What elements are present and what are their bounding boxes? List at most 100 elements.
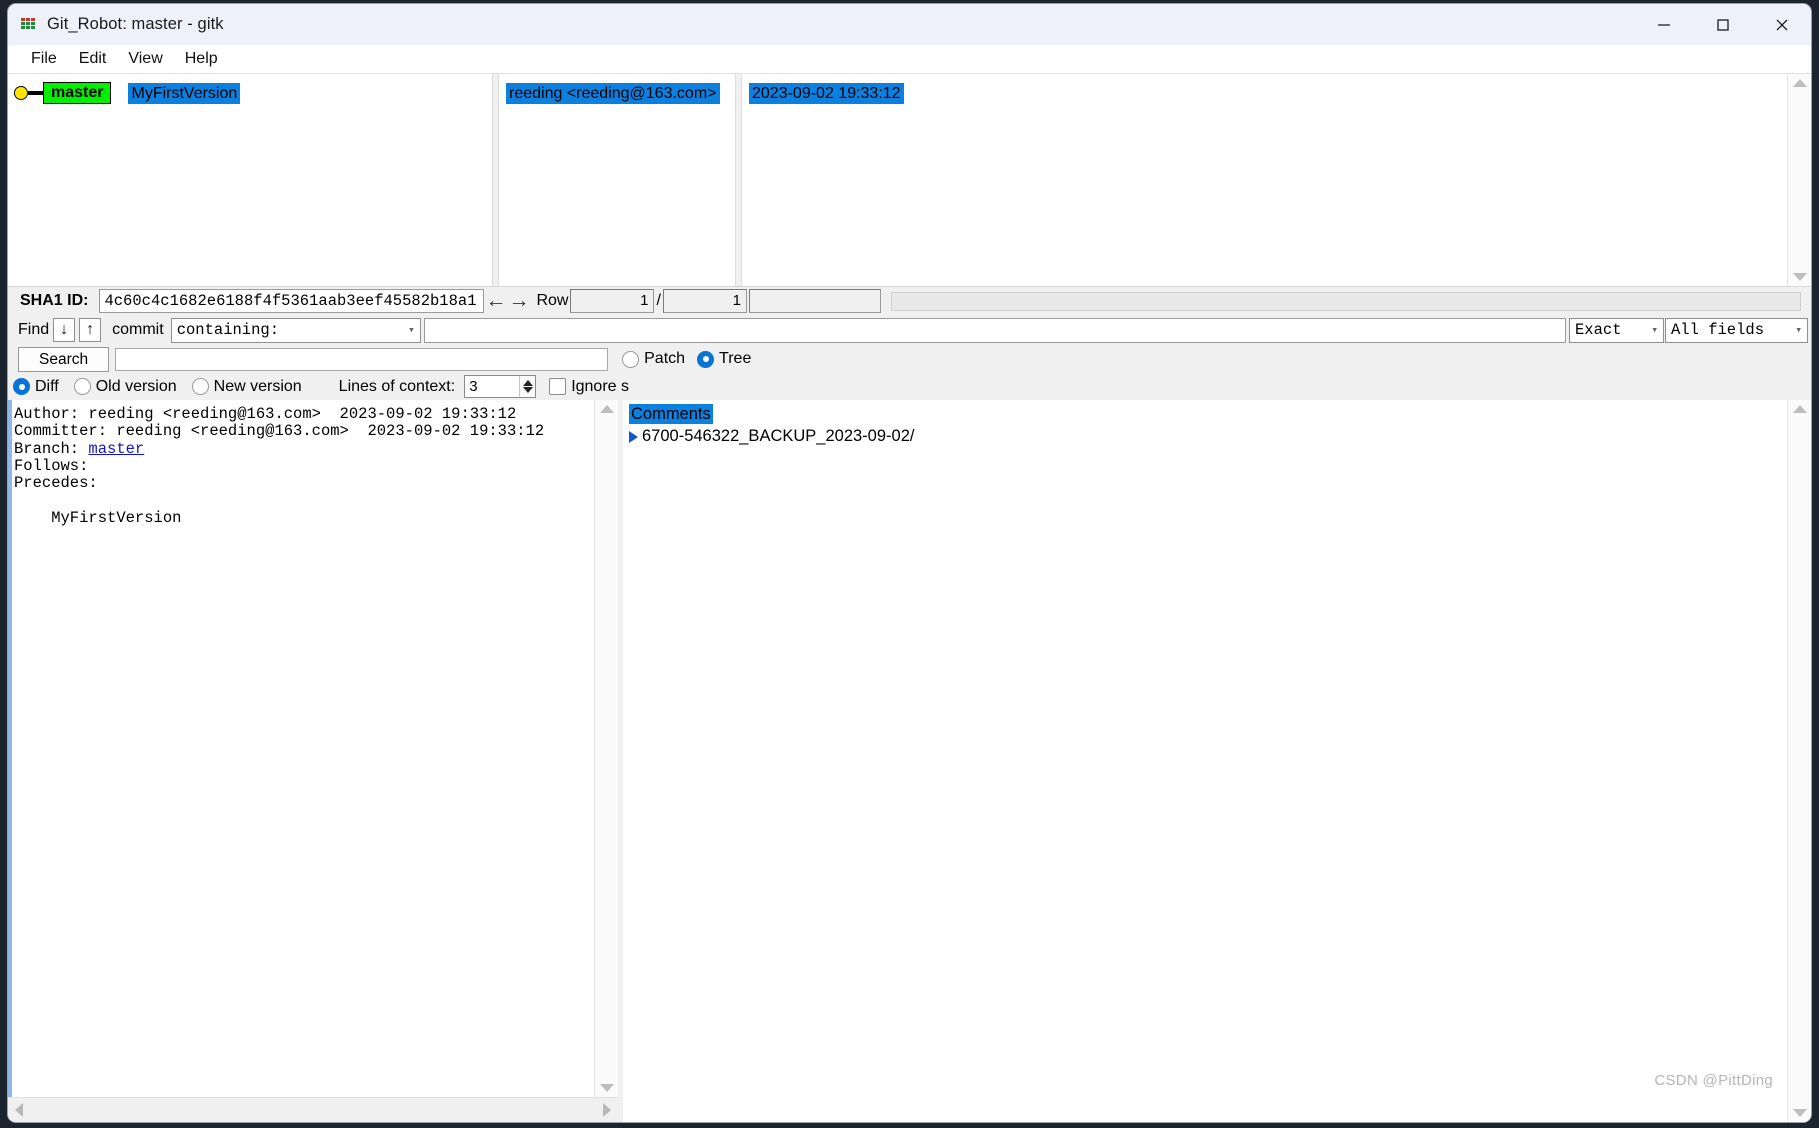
title-bar-left: Git_Robot: master - gitk <box>8 15 1634 34</box>
radio-patch[interactable]: Patch <box>622 350 685 368</box>
detail-committer-line: Committer: reeding <reeding@163.com> 202… <box>14 422 545 441</box>
minimize-icon[interactable] <box>1634 4 1693 45</box>
chevron-down-icon: ▾ <box>408 325 415 337</box>
commit-date-cell[interactable]: 2023-09-02 19:33:12 <box>749 83 904 104</box>
commit-node-icon <box>14 86 28 100</box>
find-scope-value: All fields <box>1671 320 1765 339</box>
sha1-toolbar: SHA1 ID: 4c60c4c1682e6188f4f5361aab3eef4… <box>8 287 1811 315</box>
scroll-right-icon[interactable] <box>603 1103 611 1117</box>
radio-tree-control[interactable] <box>697 350 715 368</box>
detail-precedes: Precedes: <box>14 474 98 493</box>
sha1-back-icon[interactable]: ← <box>484 289 507 313</box>
progress-bar <box>890 291 1801 311</box>
commit-row-0[interactable]: master MyFirstVersion <box>14 82 241 104</box>
commit-graph-column[interactable]: master MyFirstVersion <box>8 74 655 286</box>
scroll-down-icon[interactable] <box>599 1084 614 1092</box>
radio-tree-label: Tree <box>719 350 752 367</box>
watermark: CSDN @PittDing <box>1654 1072 1773 1089</box>
graph-edge <box>28 91 43 95</box>
gitk-app-icon <box>21 17 37 32</box>
lines-of-context-value: 3 <box>469 378 478 395</box>
lines-of-context-label: Lines of context: <box>338 377 456 395</box>
find-commit-label: commit <box>112 321 164 338</box>
menu-file[interactable]: File <box>20 47 68 71</box>
radio-diff-control[interactable] <box>13 378 30 395</box>
find-query-input[interactable] <box>423 317 1566 343</box>
maximize-icon[interactable] <box>1693 4 1752 45</box>
find-prev-icon[interactable]: ↑ <box>79 318 102 342</box>
commit-date-column[interactable]: 2023-09-02 19:33:12 <box>742 74 1787 286</box>
commit-details-vertical-scrollbar[interactable] <box>594 400 618 1097</box>
detail-author-line: Author: reeding <reeding@163.com> 2023-0… <box>14 405 517 423</box>
scroll-left-icon[interactable] <box>15 1103 23 1117</box>
commit-headline[interactable]: MyFirstVersion <box>128 82 241 104</box>
lines-of-context-stepper[interactable]: 3 <box>464 375 537 398</box>
menu-edit[interactable]: Edit <box>68 47 118 71</box>
find-matchtype-value: Exact <box>1575 320 1622 339</box>
tree-item[interactable]: 6700-546322_BACKUP_2023-09-02/ <box>629 427 1787 446</box>
radio-tree[interactable]: Tree <box>697 350 751 368</box>
commit-author-cell[interactable]: reeding <reeding@163.com> <box>506 83 720 104</box>
radio-old-version[interactable]: Old version <box>73 377 177 396</box>
chevron-right-icon[interactable] <box>629 430 638 443</box>
commit-details-text: Author: reeding <reeding@163.com> 2023-0… <box>12 400 594 1097</box>
window-controls <box>1634 4 1811 45</box>
commit-list-vertical-scrollbar[interactable] <box>1787 74 1811 286</box>
radio-old-version-label: Old version <box>95 377 177 395</box>
sha1-input[interactable]: 4c60c4c1682e6188f4f5361aab3eef45582b18a1 <box>99 289 485 313</box>
menu-help[interactable]: Help <box>174 47 229 71</box>
radio-patch-control[interactable] <box>622 350 640 368</box>
commit-details-pane: Author: reeding <reeding@163.com> 2023-0… <box>8 400 618 1122</box>
row-extra-field[interactable] <box>748 289 881 313</box>
radio-patch-label: Patch <box>644 350 686 367</box>
row-total-input[interactable]: 1 <box>662 289 747 313</box>
window-title: Git_Robot: master - gitk <box>47 15 224 33</box>
detail-branch-prefix: Branch: <box>14 439 89 458</box>
scroll-up-icon[interactable] <box>599 405 614 413</box>
stepper-arrows-icon[interactable] <box>519 376 536 397</box>
tree-item-label: 6700-546322_BACKUP_2023-09-02/ <box>642 427 915 445</box>
scroll-up-icon[interactable] <box>1792 79 1807 87</box>
find-matchtype-select[interactable]: Exact ▾ <box>1569 317 1664 343</box>
commit-details-body[interactable]: Author: reeding <reeding@163.com> 2023-0… <box>8 400 618 1097</box>
tree-header-comments: Comments <box>629 404 713 424</box>
row-current-input[interactable]: 1 <box>570 289 655 313</box>
radio-old-version-control[interactable] <box>73 378 91 395</box>
tree-pane: Comments 6700-546322_BACKUP_2023-09-02/ … <box>623 400 1811 1122</box>
title-bar: Git_Robot: master - gitk <box>8 4 1811 45</box>
sha1-forward-icon[interactable]: → <box>507 289 530 313</box>
ignore-space-checkbox[interactable] <box>549 378 567 395</box>
radio-diff[interactable]: Diff <box>13 378 59 396</box>
radio-new-version[interactable]: New version <box>191 377 302 396</box>
commit-date-text: 2023-09-02 19:33:12 <box>749 83 904 104</box>
tree-contents[interactable]: Comments 6700-546322_BACKUP_2023-09-02/ … <box>623 400 1787 1122</box>
find-next-icon[interactable]: ↓ <box>53 318 76 342</box>
search-input[interactable] <box>115 347 609 371</box>
commit-list[interactable]: master MyFirstVersion reeding <reeding@1… <box>8 74 1811 287</box>
search-button[interactable]: Search <box>18 346 110 372</box>
column-divider-1[interactable] <box>492 74 499 286</box>
scroll-down-icon[interactable] <box>1792 273 1807 281</box>
find-scope-select[interactable]: All fields ▾ <box>1665 317 1808 343</box>
radio-new-version-control[interactable] <box>191 378 209 395</box>
scroll-up-icon[interactable] <box>1792 405 1807 413</box>
ignore-space-label: Ignore s <box>571 377 629 395</box>
menu-view[interactable]: View <box>117 47 173 71</box>
scroll-down-icon[interactable] <box>1792 1109 1807 1117</box>
branch-tag-master[interactable]: master <box>43 82 112 104</box>
column-divider-2[interactable] <box>735 74 742 286</box>
tree-body[interactable]: Comments 6700-546322_BACKUP_2023-09-02/ … <box>623 400 1811 1122</box>
commit-details-horizontal-scrollbar[interactable] <box>8 1097 618 1122</box>
radio-new-version-label: New version <box>213 377 302 395</box>
branch-link-master[interactable]: master <box>88 440 144 458</box>
tree-vertical-scrollbar[interactable] <box>1787 400 1811 1122</box>
menu-bar: File Edit View Help <box>8 45 1811 74</box>
close-icon[interactable] <box>1752 4 1811 45</box>
gitk-window: Git_Robot: master - gitk File Edit View … <box>8 4 1811 1122</box>
row-separator: / <box>656 292 661 309</box>
find-mode-select[interactable]: containing: ▾ <box>170 317 421 343</box>
commit-author-column[interactable]: reeding <reeding@163.com> <box>499 74 735 286</box>
commit-author-text: reeding <reeding@163.com> <box>506 83 720 104</box>
detail-follows: Follows: <box>14 456 89 475</box>
row-label: Row <box>536 292 569 309</box>
